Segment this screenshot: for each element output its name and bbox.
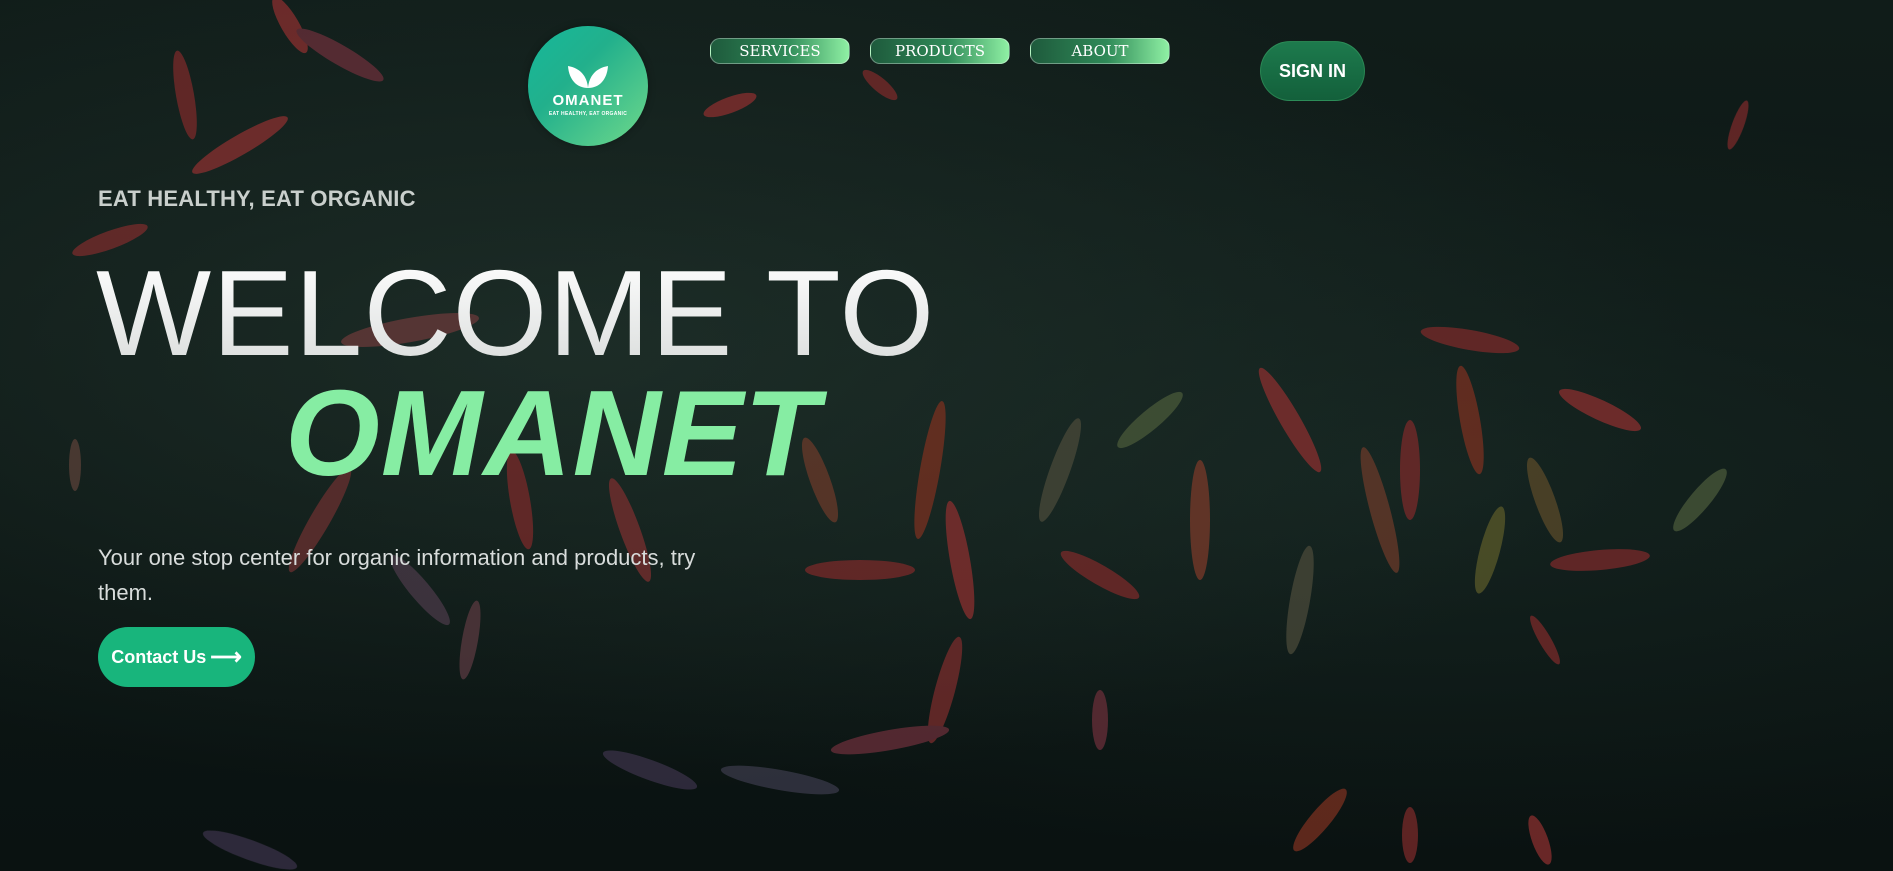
contact-us-label: Contact Us: [111, 646, 207, 667]
hero-headline-line2: OMANET: [285, 365, 820, 501]
nav-about-button[interactable]: ABOUT: [1030, 38, 1170, 64]
logo-tagline: EAT HEALTHY, EAT ORGANIC: [548, 110, 628, 117]
leaf-icon: [568, 65, 608, 88]
leaves-decoration: [69, 0, 1749, 870]
logo-brand-name: OMANET: [552, 91, 624, 109]
brand-logo[interactable]: OMANET EAT HEALTHY, EAT ORGANIC: [528, 26, 648, 146]
contact-us-button[interactable]: Contact Us ⟶: [98, 627, 255, 687]
sign-in-button[interactable]: SIGN IN: [1260, 41, 1365, 101]
hero-background: [0, 0, 1893, 871]
hero-subtext: Your one stop center for organic informa…: [98, 545, 696, 605]
hero-eyebrow: EAT HEALTHY, EAT ORGANIC: [98, 186, 416, 211]
hero-headline-line1: WELCOME TO: [96, 245, 936, 381]
nav-products-button[interactable]: PRODUCTS: [870, 38, 1010, 64]
arrow-right-icon: ⟶: [210, 644, 242, 669]
nav-services-button[interactable]: SERVICES: [710, 38, 850, 64]
